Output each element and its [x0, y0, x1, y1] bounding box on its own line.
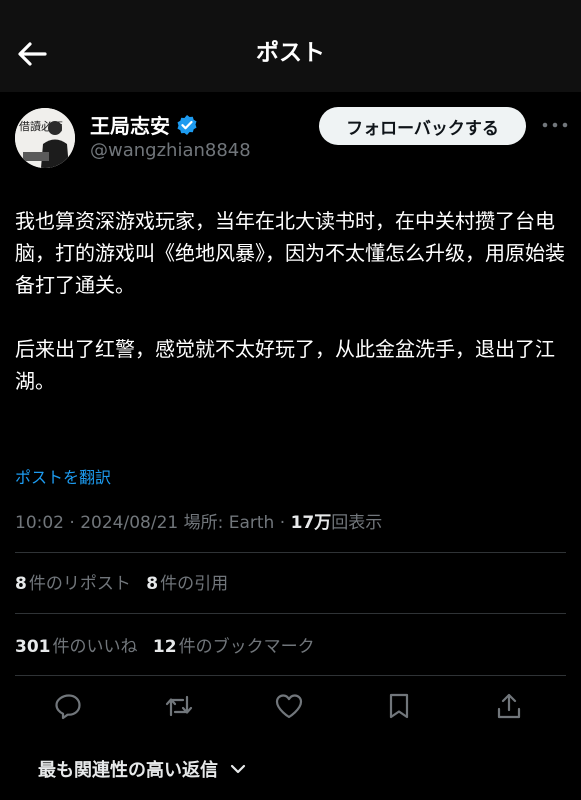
reposts-stat[interactable]: 8 件のリポスト	[15, 574, 131, 594]
divider	[15, 552, 566, 553]
post-paragraph: 我也算资深游戏玩家，当年在北大读书时，在中关村攒了台电脑，打的游戏叫《绝地风暴》…	[15, 209, 565, 297]
reply-sort-selector[interactable]: 最も関連性の高い返信	[38, 756, 246, 782]
quotes-label: 件の引用	[160, 574, 229, 594]
chevron-down-icon	[230, 764, 246, 774]
like-stats-row: 301 件のいいね 12 件のブックマーク	[15, 632, 325, 657]
divider	[15, 613, 566, 614]
reposts-label: 件のリポスト	[28, 574, 131, 594]
reply-sort-label: 最も関連性の高い返信	[38, 760, 218, 781]
repost-stats-row: 8 件のリポスト 8 件の引用	[15, 569, 238, 594]
follow-back-button[interactable]: フォローバックする	[319, 107, 526, 145]
bookmarks-count: 12	[152, 637, 177, 657]
author-name[interactable]: 王局志安	[90, 110, 170, 139]
post-paragraph: 后来出了红警，感觉就不太好玩了，从此金盆洗手，退出了江湖。	[15, 337, 555, 393]
bookmarks-label: 件のブックマーク	[178, 637, 315, 657]
quotes-count: 8	[146, 574, 159, 594]
likes-label: 件のいいね	[52, 637, 138, 657]
more-horizontal-icon	[542, 122, 568, 128]
share-icon	[497, 693, 521, 719]
views-label: 回表示	[331, 513, 383, 533]
repost-button[interactable]	[161, 688, 197, 724]
likes-count: 301	[15, 637, 51, 657]
bookmark-button[interactable]	[381, 688, 417, 724]
post-location: 場所: Earth	[183, 513, 275, 533]
reply-button[interactable]	[51, 688, 87, 724]
avatar[interactable]: 借讀必西	[15, 108, 75, 168]
translate-post-link[interactable]: ポストを翻訳	[15, 464, 111, 488]
action-bar	[0, 684, 581, 728]
page-title: ポスト	[256, 40, 325, 66]
post-time[interactable]: 10:02	[15, 513, 64, 533]
more-options-button[interactable]	[540, 110, 570, 140]
avatar-image: 借讀必西	[15, 108, 75, 168]
post-body: 我也算资深游戏玩家，当年在北大读书时，在中关村攒了台电脑，打的游戏叫《绝地风暴》…	[15, 205, 570, 397]
top-bar: ポスト	[0, 0, 581, 92]
share-button[interactable]	[491, 688, 527, 724]
quotes-stat[interactable]: 8 件の引用	[146, 574, 228, 594]
like-button[interactable]	[271, 688, 307, 724]
repost-icon	[165, 695, 193, 717]
like-icon	[275, 694, 303, 719]
bookmark-icon	[389, 693, 409, 719]
divider	[15, 675, 566, 676]
reply-icon	[55, 694, 81, 720]
post-meta: 10:02 · 2024/08/21 場所: Earth · 17万回表示	[15, 513, 383, 533]
post-date[interactable]: 2024/08/21	[80, 513, 178, 533]
verified-badge-icon	[177, 114, 197, 135]
likes-stat[interactable]: 301 件のいいね	[15, 637, 138, 657]
views-count: 17万	[290, 513, 332, 533]
reposts-count: 8	[15, 574, 27, 594]
author-name-row[interactable]: 王局志安	[90, 110, 198, 139]
bookmarks-stat[interactable]: 12 件のブックマーク	[153, 637, 315, 657]
author-handle[interactable]: @wangzhian8848	[90, 140, 251, 161]
